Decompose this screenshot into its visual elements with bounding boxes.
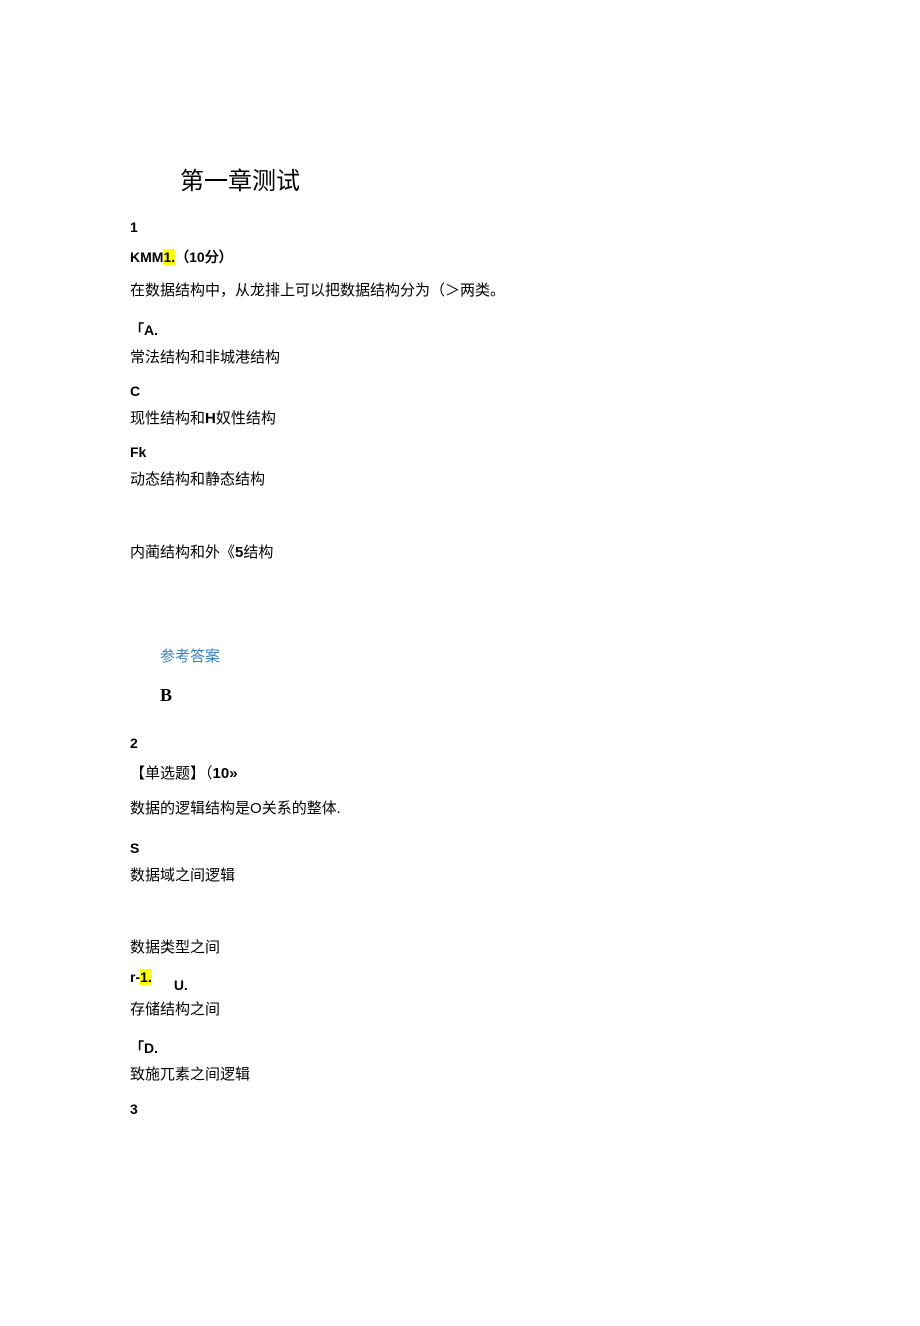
q2-option-d-label: 「D. bbox=[130, 1035, 790, 1062]
question-2-number: 2 bbox=[130, 730, 790, 757]
q2-r1-left: r-1. bbox=[130, 969, 152, 986]
q1-answer-value: B bbox=[160, 678, 790, 712]
question-1-header: KMM1.（10分） bbox=[130, 244, 790, 271]
q2-stem-o: O bbox=[250, 800, 262, 817]
q1-header-prefix: KMM bbox=[130, 249, 163, 265]
chapter-title: 第一章测试 bbox=[180, 160, 790, 206]
q1-option-a-text: 常法结构和非城港结构 bbox=[130, 344, 790, 373]
q2-header-text: 【单选题】（ bbox=[130, 766, 213, 782]
question-1-number: 1 bbox=[130, 214, 790, 241]
q2-option-c-label-row: r-1. U. bbox=[130, 969, 790, 988]
q1-optD-post: 结构 bbox=[243, 545, 273, 561]
q2-header-points: 10» bbox=[213, 765, 238, 782]
q1-optB-bold: H bbox=[205, 410, 216, 427]
q2-r1-hl: 1. bbox=[140, 969, 152, 985]
question-3-number: 3 bbox=[130, 1096, 790, 1123]
q2-r1-pre: r- bbox=[130, 969, 140, 985]
q1-option-b-text: 现性结构和H奴性结构 bbox=[130, 405, 790, 434]
q2-option-d-text: 致施兀素之间逻辑 bbox=[130, 1061, 790, 1090]
q1-option-d-text: 内蔺结构和外《5结构 bbox=[130, 539, 790, 568]
question-1-stem: 在数据结构中，从龙排上可以把数据结构分为（＞两类。 bbox=[130, 277, 790, 306]
q1-option-c-text: 动态结构和静态结构 bbox=[130, 466, 790, 495]
q2-option-c-text: 存储结构之间 bbox=[130, 996, 790, 1025]
q2-option-a-label: S bbox=[130, 835, 790, 862]
q1-option-a-label: 「A. bbox=[130, 317, 790, 344]
q1-optB-post: 奴性结构 bbox=[216, 411, 276, 427]
q2-stem-post: 关系的整体. bbox=[262, 801, 341, 817]
question-2-stem: 数据的逻辑结构是O关系的整体. bbox=[130, 795, 790, 824]
q1-option-c-label: Fk bbox=[130, 439, 790, 466]
q2-option-a-text: 数据域之间逻辑 bbox=[130, 862, 790, 891]
q2-option-b-text: 数据类型之间 bbox=[130, 934, 790, 963]
q1-answer-label: 参考答案 bbox=[160, 643, 790, 672]
q1-header-highlight: 1. bbox=[163, 249, 175, 265]
q1-optB-pre: 现性结构和 bbox=[130, 411, 205, 427]
q2-stem-pre: 数据的逻辑结构是 bbox=[130, 801, 250, 817]
q1-option-b-label: C bbox=[130, 378, 790, 405]
q1-optD-pre: 内蔺结构和外《 bbox=[130, 545, 235, 561]
q1-header-points: （10分） bbox=[175, 249, 233, 265]
question-2-header: 【单选题】（10» bbox=[130, 760, 790, 789]
q2-r1-u: U. bbox=[174, 977, 188, 994]
